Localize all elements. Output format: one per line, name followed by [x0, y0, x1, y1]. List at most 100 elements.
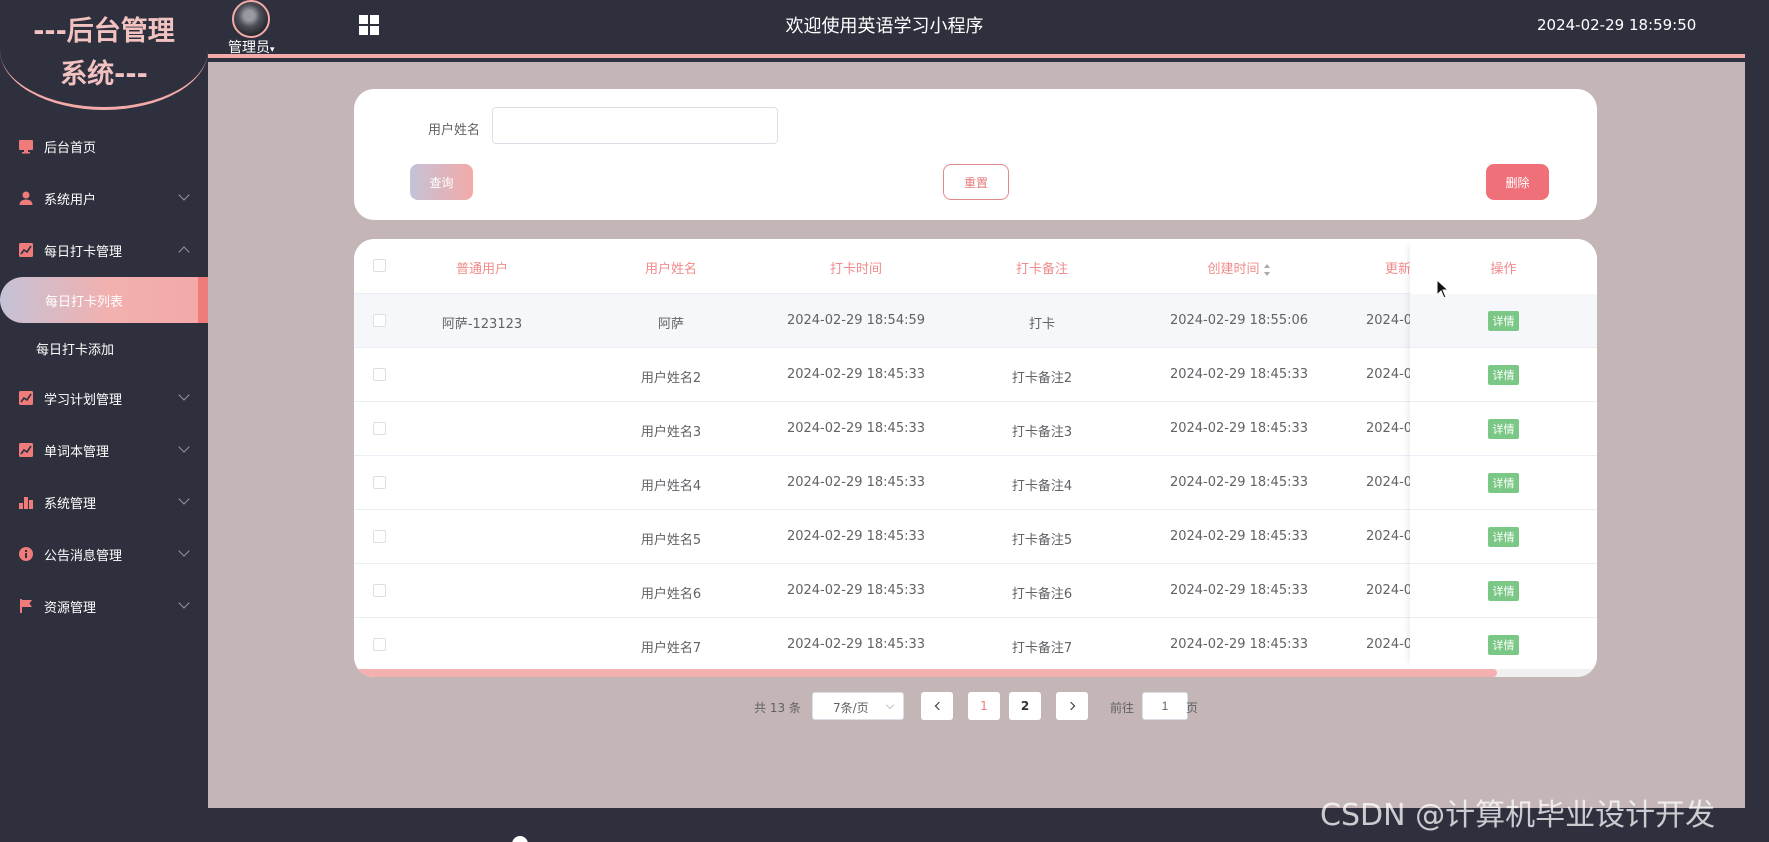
detail-button[interactable]: 详情 — [1488, 581, 1519, 601]
cell-checkin-time: 2024-02-29 18:54:59 — [786, 313, 926, 328]
cell-remark: 打卡备注3 — [1011, 425, 1073, 440]
username-field-label: 用户姓名 — [428, 123, 481, 138]
row-checkbox[interactable] — [373, 368, 386, 381]
column-header-name: 用户姓名 — [644, 262, 697, 277]
detail-button[interactable]: 详情 — [1488, 473, 1519, 493]
sidebar-item-system-management[interactable]: 系统管理 — [0, 476, 208, 528]
action-cell: 详情 — [1410, 294, 1597, 348]
cell-created: 2024-02-29 18:45:33 — [1169, 583, 1309, 598]
chart-icon — [18, 242, 34, 258]
total-count: 共 13 条 — [754, 701, 801, 715]
scrollbar-thumb[interactable] — [354, 669, 1497, 677]
monitor-icon — [18, 138, 34, 154]
bar-chart-icon — [18, 494, 34, 510]
cell-checkin-time: 2024-02-29 18:45:33 — [786, 421, 926, 436]
page-2-button[interactable]: 2 — [1009, 692, 1041, 720]
goto-page-input[interactable] — [1142, 692, 1188, 720]
sidebar-item-daily-checkin[interactable]: 每日打卡管理 — [0, 224, 208, 276]
chevron-down-icon — [885, 700, 895, 710]
query-button[interactable]: 查询 — [410, 164, 473, 200]
page-1-button[interactable]: 1 — [968, 692, 1000, 720]
row-checkbox[interactable] — [373, 638, 386, 651]
column-header-user: 普通用户 — [455, 262, 508, 277]
sidebar-item-announcements[interactable]: 公告消息管理 — [0, 528, 208, 580]
cell-name: 用户姓名3 — [640, 425, 702, 440]
row-checkbox[interactable] — [373, 584, 386, 597]
row-checkbox[interactable] — [373, 476, 386, 489]
username-search-input[interactable] — [492, 107, 778, 144]
delete-button[interactable]: 删除 — [1486, 164, 1549, 200]
watermark: CSDN @计算机毕业设计开发 — [1320, 798, 1716, 833]
sort-icon[interactable] — [1263, 263, 1271, 276]
cell-name: 用户姓名2 — [640, 371, 702, 386]
checkin-table: 普通用户 用户姓名 打卡时间 打卡备注 创建时间 更新 阿萨-123123 阿萨 2… — [354, 239, 1597, 677]
chevron-down-icon — [178, 597, 190, 609]
select-all-checkbox[interactable] — [373, 259, 386, 272]
chevron-down-icon — [178, 493, 190, 505]
cell-checkin-time: 2024-02-29 18:45:33 — [786, 529, 926, 544]
column-header-created-label: 创建时间 — [1207, 262, 1260, 277]
row-checkbox[interactable] — [373, 530, 386, 543]
row-checkbox[interactable] — [373, 314, 386, 327]
cell-created: 2024-02-29 18:45:33 — [1169, 421, 1309, 436]
pagination: 共 13 条 7条/页 1 2 前往 页 — [208, 692, 1745, 722]
sidebar-item-label: 公告消息管理 — [44, 548, 123, 564]
datetime-display: 2024-02-29 18:59:50 — [1537, 16, 1697, 34]
detail-button[interactable]: 详情 — [1488, 365, 1519, 385]
grid-menu-icon[interactable] — [359, 15, 379, 35]
column-header-remark: 打卡备注 — [1015, 262, 1068, 277]
sidebar-item-label: 系统用户 — [44, 192, 97, 208]
prev-page-button[interactable] — [921, 692, 953, 720]
flag-icon — [18, 598, 34, 614]
sidebar-item-system-users[interactable]: 系统用户 — [0, 172, 208, 224]
detail-button[interactable]: 详情 — [1488, 419, 1519, 439]
user-label: 管理员 — [228, 40, 270, 56]
detail-button[interactable]: 详情 — [1488, 527, 1519, 547]
action-cell: 详情 — [1410, 510, 1597, 564]
cell-remark: 打卡备注2 — [1011, 371, 1073, 386]
mouse-cursor-icon — [1436, 279, 1450, 299]
reset-button[interactable]: 重置 — [943, 164, 1009, 200]
logo: ---后台管理 系统--- — [0, 0, 208, 110]
logo-line1: ---后台管理 — [33, 16, 175, 47]
avatar[interactable] — [232, 0, 270, 38]
horizontal-scrollbar[interactable] — [354, 669, 1597, 677]
cell-name: 用户姓名4 — [640, 479, 702, 494]
action-cell: 详情 — [1410, 618, 1597, 672]
action-cell: 详情 — [1410, 564, 1597, 618]
chevron-left-icon — [934, 701, 943, 711]
action-cell: 详情 — [1410, 456, 1597, 510]
sidebar-item-label: 资源管理 — [44, 600, 97, 616]
cell-name: 阿萨 — [657, 317, 684, 332]
column-header-actions: 操作 — [1490, 262, 1517, 277]
chart-icon — [18, 390, 34, 406]
detail-button[interactable]: 详情 — [1488, 311, 1519, 331]
sidebar-item-label: 学习计划管理 — [44, 392, 123, 408]
sidebar-item-study-plan[interactable]: 学习计划管理 — [0, 372, 208, 424]
sidebar-subitem-label: 每日打卡添加 — [36, 342, 115, 358]
sidebar-item-home[interactable]: 后台首页 — [0, 120, 208, 172]
cell-created: 2024-02-29 18:45:33 — [1169, 529, 1309, 544]
cell-remark: 打卡备注4 — [1011, 479, 1073, 494]
cell-name: 用户姓名6 — [640, 587, 702, 602]
column-header-created[interactable]: 创建时间 — [1139, 258, 1339, 277]
sidebar-menu: 后台首页 系统用户 每日打卡管理 每日打卡列表 每日打卡添加 学习计划管理 单词… — [0, 120, 208, 632]
caret-down-icon: ▾ — [270, 45, 275, 55]
cell-name: 用户姓名5 — [640, 533, 702, 548]
scroll-indicator — [512, 836, 528, 842]
cell-name: 用户姓名7 — [640, 641, 702, 656]
detail-button[interactable]: 详情 — [1488, 635, 1519, 655]
next-page-button[interactable] — [1056, 692, 1088, 720]
page-size-select[interactable]: 7条/页 — [812, 692, 904, 720]
main-content: 用户姓名 查询 重置 删除 普通用户 用户姓名 打卡时间 打卡备注 创建时间 更… — [208, 62, 1745, 808]
row-checkbox[interactable] — [373, 422, 386, 435]
cell-checkin-time: 2024-02-29 18:45:33 — [786, 367, 926, 382]
user-dropdown[interactable]: 管理员▾ — [228, 37, 275, 57]
sidebar-item-label: 后台首页 — [44, 140, 97, 156]
sidebar-subitem-checkin-add[interactable]: 每日打卡添加 — [0, 324, 208, 372]
sidebar-item-wordbook[interactable]: 单词本管理 — [0, 424, 208, 476]
sidebar-item-resources[interactable]: 资源管理 — [0, 580, 208, 632]
cell-created: 2024-02-29 18:45:33 — [1169, 475, 1309, 490]
user-menu[interactable]: 管理员▾ — [228, 0, 288, 58]
sidebar-subitem-checkin-list[interactable]: 每日打卡列表 — [0, 277, 208, 323]
